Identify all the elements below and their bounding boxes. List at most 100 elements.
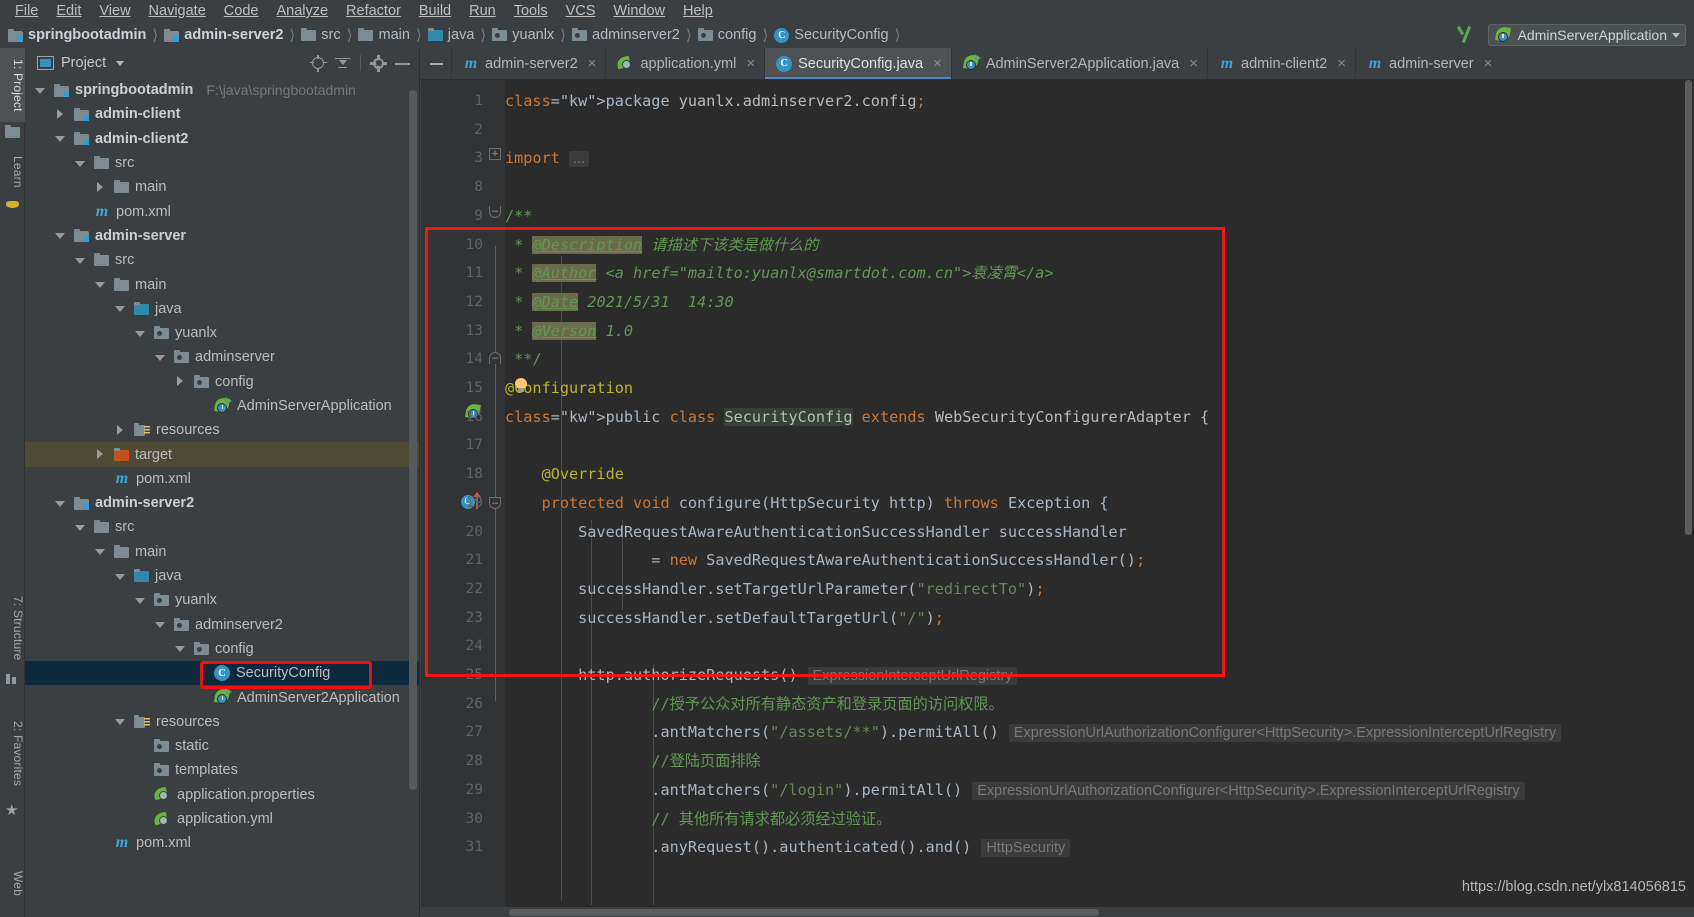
chevron-down-icon[interactable]: [53, 131, 68, 146]
breadcrumb-item-securityconfig[interactable]: C SecurityConfig: [774, 27, 889, 43]
tree-node-config[interactable]: config: [25, 637, 419, 661]
menu-refactor[interactable]: Refactor: [337, 1, 410, 21]
tree-node-config[interactable]: config: [25, 370, 419, 394]
tree-node-adminserver2[interactable]: adminserver2: [25, 613, 419, 637]
breadcrumb-item-springbootadmin[interactable]: springbootadmin: [8, 27, 146, 43]
chevron-down-icon[interactable]: [173, 641, 188, 656]
tree-node-admin-client2[interactable]: admin-client2: [25, 127, 419, 151]
tree-node-java[interactable]: java: [25, 564, 419, 588]
breadcrumb-item-adminserver2[interactable]: adminserver2: [572, 27, 680, 43]
menu-help[interactable]: Help: [674, 1, 722, 21]
tree-node-springbootadmin[interactable]: springbootadmin F:\java\springbootadmin: [25, 78, 419, 102]
code-lines[interactable]: 1 class="kw">package yuanlx.adminserver2.…: [421, 80, 1694, 917]
chevron-right-icon[interactable]: [93, 180, 108, 195]
settings-gear-icon[interactable]: [370, 54, 387, 72]
chevron-down-icon[interactable]: [133, 326, 148, 341]
breadcrumb-item-yuanlx[interactable]: yuanlx: [492, 27, 554, 43]
chevron-down-icon[interactable]: [113, 569, 128, 584]
code-editor[interactable]: + – – – O 1 class="kw">package yuanlx.adm…: [421, 80, 1694, 917]
chevron-down-icon[interactable]: [53, 228, 68, 243]
menu-file[interactable]: File: [6, 1, 47, 21]
tree-node-admin-server[interactable]: admin-server: [25, 224, 419, 248]
chevron-right-icon[interactable]: [173, 374, 188, 389]
editor-tab-admin-server[interactable]: m admin-server ×: [1355, 48, 1501, 79]
tree-node-java[interactable]: java: [25, 297, 419, 321]
chevron-down-icon[interactable]: [73, 156, 88, 171]
menu-window[interactable]: Window: [604, 1, 674, 21]
chevron-down-icon[interactable]: [153, 617, 168, 632]
close-icon[interactable]: ×: [588, 55, 597, 72]
editor-horizontal-scrollbar[interactable]: [421, 907, 1694, 917]
chevron-down-icon[interactable]: [133, 593, 148, 608]
breadcrumb-item-config[interactable]: config: [697, 27, 756, 43]
chevron-right-icon[interactable]: [53, 107, 68, 122]
sidebar-item-learn[interactable]: Learn: [0, 148, 25, 196]
chevron-down-icon[interactable]: [116, 60, 125, 66]
tree-node-resources[interactable]: resources: [25, 418, 419, 442]
tree-node-application-properties[interactable]: application.properties: [25, 783, 419, 807]
tree-node-pom-xml[interactable]: m pom.xml: [25, 199, 419, 223]
tree-node-main[interactable]: main: [25, 175, 419, 199]
tree-node-adminserverapplication[interactable]: AdminServerApplication: [25, 394, 419, 418]
tree-node-adminserver[interactable]: adminserver: [25, 345, 419, 369]
chevron-down-icon[interactable]: [153, 350, 168, 365]
tree-node-application-yml[interactable]: application.yml: [25, 807, 419, 831]
menu-navigate[interactable]: Navigate: [140, 1, 215, 21]
run-anything-icon[interactable]: [1456, 25, 1478, 45]
tree-node-src[interactable]: src: [25, 248, 419, 272]
tree-node-adminserver2application[interactable]: AdminServer2Application: [25, 685, 419, 709]
locate-icon[interactable]: [310, 54, 327, 72]
menu-build[interactable]: Build: [410, 1, 460, 21]
breadcrumb-item-src[interactable]: src: [301, 27, 341, 43]
menu-tools[interactable]: Tools: [505, 1, 557, 21]
chevron-right-icon[interactable]: [113, 423, 128, 438]
menu-analyze[interactable]: Analyze: [267, 1, 337, 21]
tree-node-templates[interactable]: templates: [25, 758, 419, 782]
tree-node-pom-xml[interactable]: m pom.xml: [25, 831, 419, 855]
close-icon[interactable]: ×: [1484, 55, 1493, 72]
tree-node-src[interactable]: src: [25, 515, 419, 539]
editor-tab-securityconfig-java[interactable]: C SecurityConfig.java ×: [764, 48, 951, 79]
tree-node-src[interactable]: src: [25, 151, 419, 175]
chevron-down-icon[interactable]: [113, 301, 128, 316]
tree-node-target[interactable]: target: [25, 442, 419, 467]
close-icon[interactable]: ×: [1337, 55, 1346, 72]
sidebar-item-favorites[interactable]: 2: Favorites: [0, 708, 25, 800]
close-icon[interactable]: ×: [746, 55, 755, 72]
project-tree[interactable]: springbootadmin F:\java\springbootadmin ad…: [25, 78, 419, 917]
tree-node-yuanlx[interactable]: yuanlx: [25, 321, 419, 345]
sidebar-item-project[interactable]: 1: Project: [0, 48, 25, 122]
sidebar-item-web[interactable]: Web: [0, 860, 25, 908]
tree-node-admin-server2[interactable]: admin-server2: [25, 491, 419, 515]
editor-tab-admin-server2[interactable]: m admin-server2 ×: [451, 48, 605, 79]
chevron-right-icon[interactable]: [93, 447, 108, 462]
close-icon[interactable]: ×: [1189, 55, 1198, 72]
chevron-down-icon[interactable]: [73, 253, 88, 268]
chevron-down-icon[interactable]: [33, 83, 48, 98]
tree-node-admin-client[interactable]: admin-client: [25, 102, 419, 126]
chevron-down-icon[interactable]: [73, 520, 88, 535]
hide-editor-tabs-icon[interactable]: [421, 48, 451, 79]
hide-icon[interactable]: [394, 55, 411, 72]
breadcrumb-item-admin-server2[interactable]: admin-server2: [164, 27, 283, 43]
tree-node-main[interactable]: main: [25, 540, 419, 564]
menu-vcs[interactable]: VCS: [557, 1, 605, 21]
editor-tab-admin-client2[interactable]: m admin-client2 ×: [1207, 48, 1355, 79]
menu-view[interactable]: View: [90, 1, 139, 21]
chevron-down-icon[interactable]: [113, 714, 128, 729]
editor-vertical-scrollbar[interactable]: [1683, 80, 1694, 917]
chevron-down-icon[interactable]: [53, 496, 68, 511]
tree-node-main[interactable]: main: [25, 272, 419, 296]
menu-code[interactable]: Code: [215, 1, 268, 21]
tree-node-resources[interactable]: resources: [25, 710, 419, 734]
tree-node-static[interactable]: static: [25, 734, 419, 758]
breadcrumb-item-main[interactable]: main: [358, 27, 410, 43]
tree-node-pom-xml[interactable]: m pom.xml: [25, 467, 419, 491]
project-tree-scrollbar[interactable]: [409, 90, 417, 820]
sidebar-item-structure[interactable]: 7: Structure: [0, 588, 25, 668]
breadcrumb-item-java[interactable]: java: [427, 27, 474, 43]
chevron-down-icon[interactable]: [93, 544, 108, 559]
menu-run[interactable]: Run: [460, 1, 505, 21]
editor-tab-application-yml[interactable]: application.yml ×: [605, 48, 764, 79]
run-configuration-selector[interactable]: AdminServerApplication: [1487, 24, 1686, 46]
